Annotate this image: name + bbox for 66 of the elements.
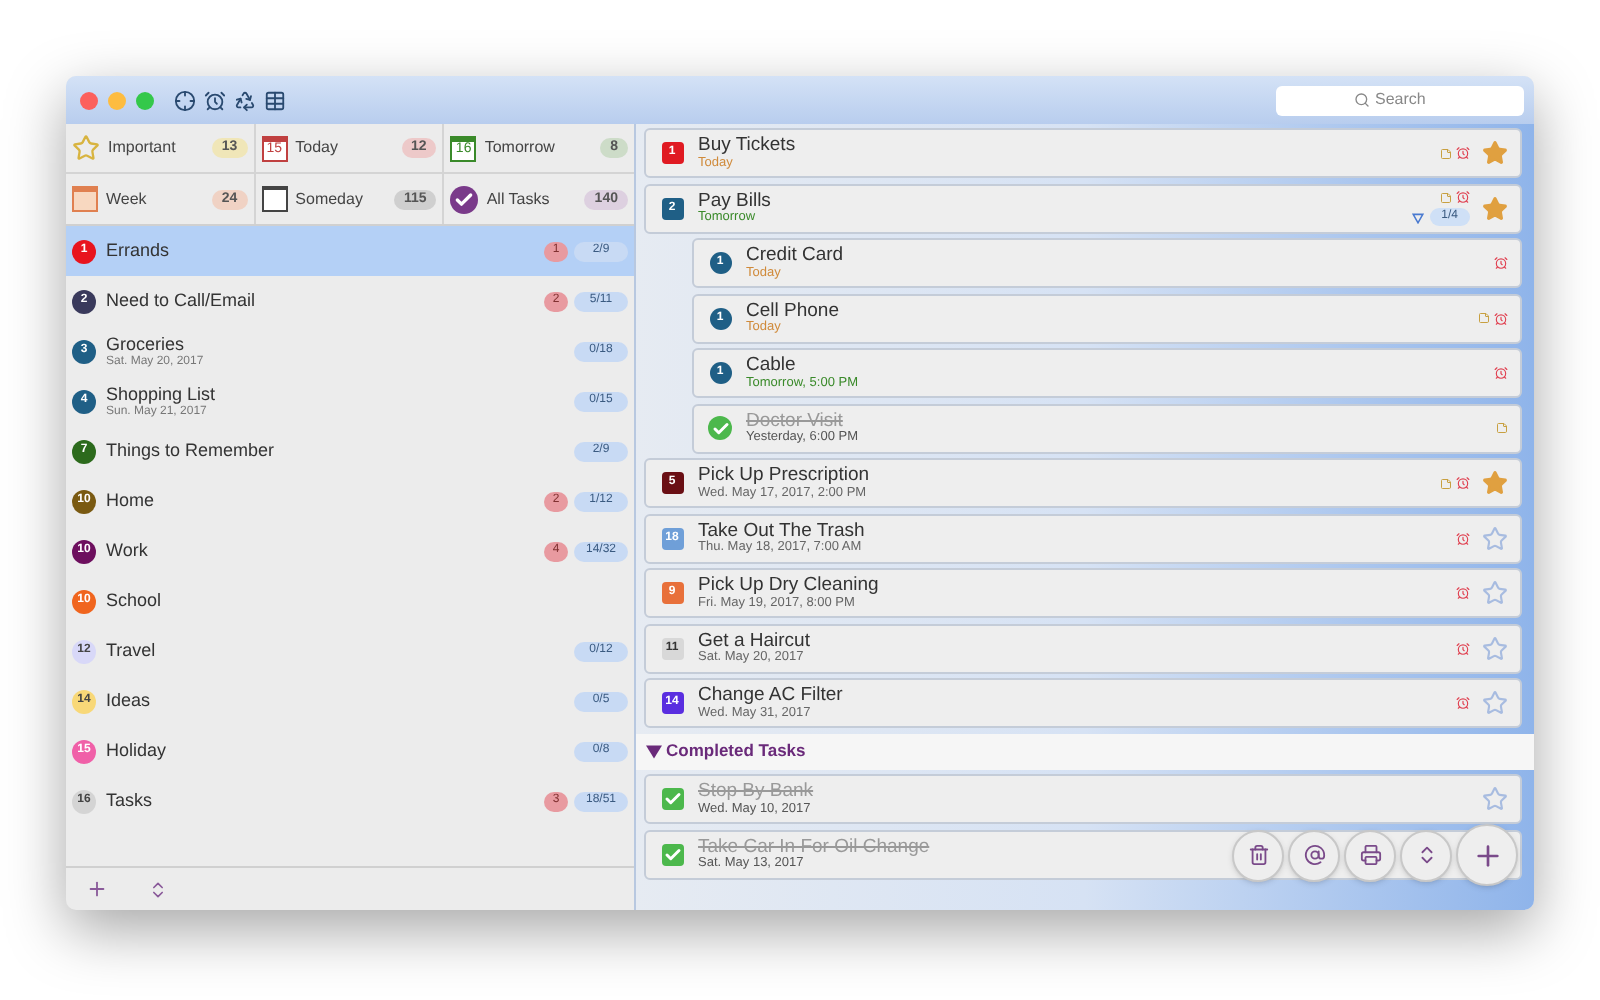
add-task-button[interactable] [1456,824,1518,886]
printer-icon [1359,844,1381,866]
check-icon [450,185,479,213]
list-name: Holiday [106,742,167,760]
task-title: Buy Tickets [698,136,796,155]
add-icon[interactable] [86,878,108,900]
filter-label: Week [106,187,147,211]
at-sign-icon [1303,844,1325,866]
add-icon [1471,839,1503,871]
close-button[interactable] [80,91,98,109]
list-name: Tasks [106,792,153,810]
list-name: School [106,592,162,610]
checkbox[interactable] [661,788,683,810]
star-icon[interactable] [1482,635,1508,661]
disclosure-icon[interactable] [646,743,662,759]
grid-icon[interactable] [264,89,286,111]
list-name: Need to Call/Email [106,292,256,310]
search-icon [1353,92,1369,108]
calendar-icon [72,186,98,212]
filter-label: Tomorrow [484,136,555,160]
task-title: Credit Card [746,246,844,265]
task-title: Pay Bills [698,191,771,210]
sort-icon[interactable] [148,879,168,899]
star-icon[interactable] [1482,786,1508,812]
list-name: Things to Remember [106,442,275,460]
search-input[interactable]: Search [1375,88,1447,112]
star-icon[interactable] [1482,690,1508,716]
crosshair-icon[interactable] [174,89,196,111]
task-title: Take Car In For Oil Change [698,837,930,856]
filter-label: Important [108,136,176,160]
list-name: Ideas [106,692,151,710]
task-title: Get a Haircut [698,631,810,650]
filter-label: Today [295,136,339,160]
section-header[interactable]: Completed Tasks [636,733,1534,769]
star-icon[interactable] [1482,470,1508,496]
star-icon [72,134,100,162]
task-title: Cable [746,356,798,375]
task-title: Change AC Filter [698,686,843,705]
task-title: Take Out The Trash [698,521,865,540]
task-title: Doctor Visit [746,411,845,430]
task-title: Pick Up Dry Cleaning [698,576,879,595]
list-name: Travel [106,642,156,660]
list-name: Home [106,492,155,510]
checkbox[interactable] [708,416,732,440]
recycle-icon[interactable] [234,89,256,111]
list-name: Work [106,542,148,560]
task-title: Stop By Bank [698,782,814,801]
filter-label: All Tasks [486,187,550,211]
calendar-icon [261,186,288,212]
checkbox[interactable] [661,843,683,865]
alarm-icon[interactable] [204,89,226,111]
task-title: Pick Up Prescription [698,466,870,485]
filter-label: Someday [295,187,363,211]
disclosure-icon[interactable] [1411,211,1424,223]
star-icon[interactable] [1482,525,1508,551]
star-icon[interactable] [1482,580,1508,606]
search-field[interactable]: Search [1276,85,1524,115]
zoom-button[interactable] [136,91,154,109]
list-name: Groceries [106,335,187,353]
section-title: Completed Tasks [666,738,806,764]
trash-icon [1247,844,1269,866]
task-title: Cell Phone [746,301,839,320]
star-icon[interactable] [1482,140,1508,166]
list-name: Shopping List [106,385,216,403]
star-icon[interactable] [1482,195,1508,221]
list-name: Errands [106,242,170,260]
